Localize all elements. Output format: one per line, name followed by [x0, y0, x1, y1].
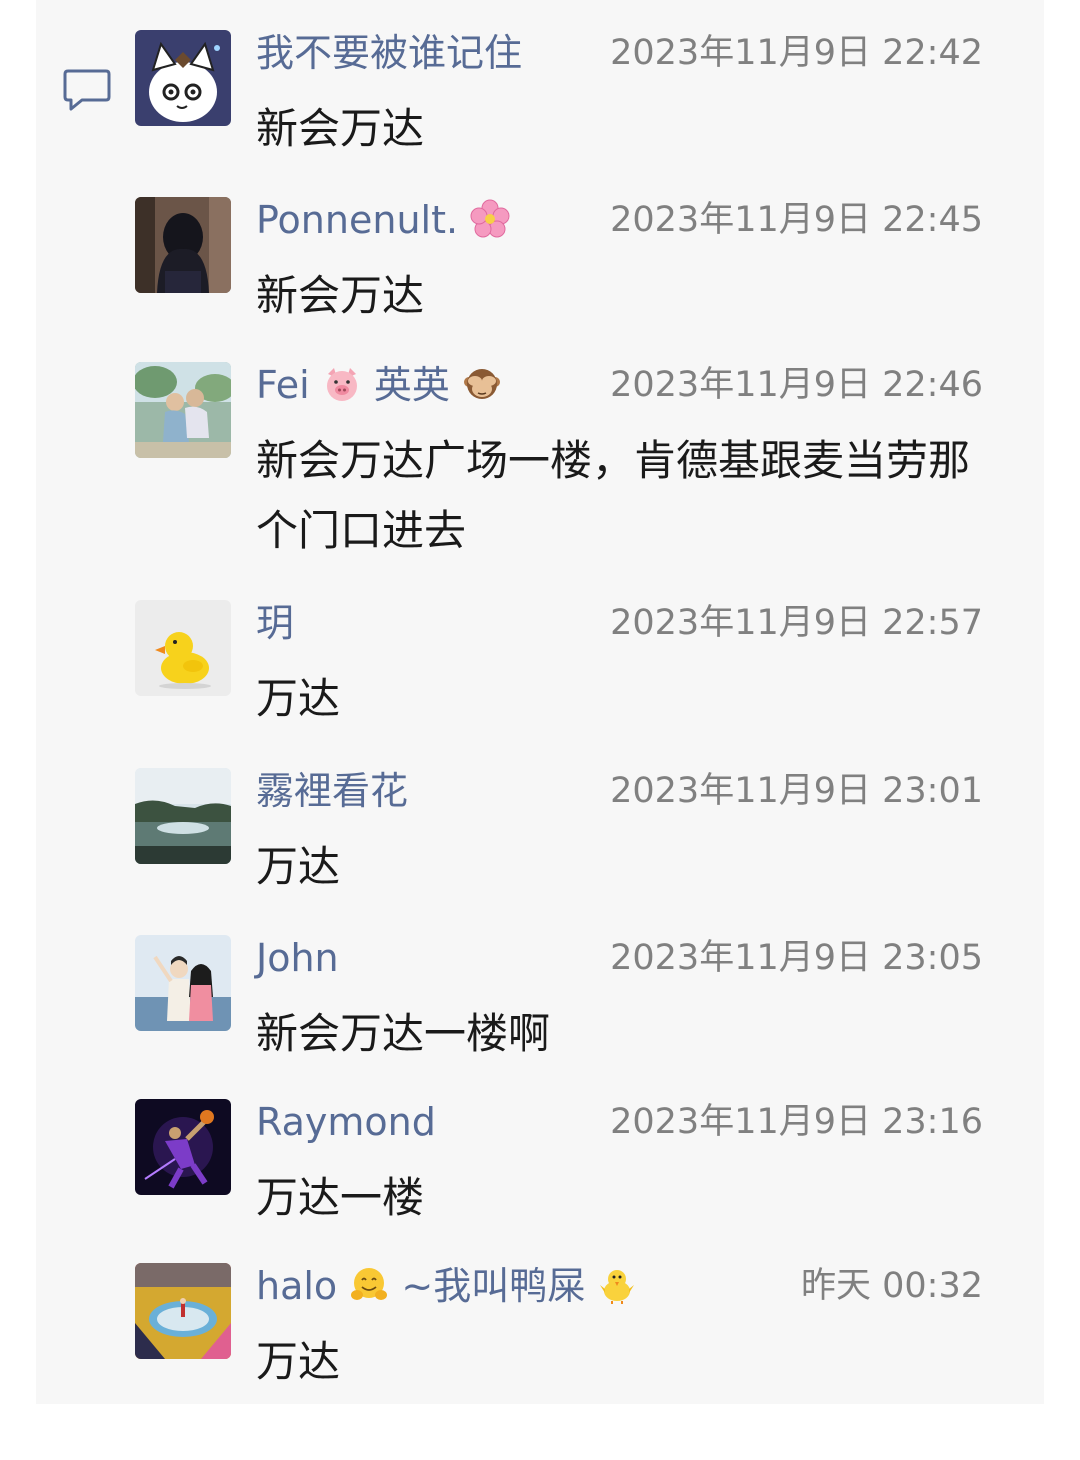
comment-time: 2023年11月9日 22:42 [610, 33, 983, 73]
name-text: Ponnenult. [256, 198, 459, 242]
lake-landscape-avatar [135, 768, 231, 864]
pig-face-emoji [326, 368, 357, 401]
comment-time: 2023年11月9日 22:57 [610, 603, 983, 643]
dark-hair-avatar [135, 197, 231, 293]
name-text-a: halo [256, 1264, 338, 1308]
rubber-duck-avatar [135, 600, 231, 696]
comment-time: 昨天 00:32 [801, 1266, 983, 1306]
comment-time: 2023年11月9日 22:46 [610, 365, 983, 405]
commenter-name[interactable]: John [256, 935, 339, 981]
hugging-face-emoji [351, 1268, 388, 1300]
comment-text: 万达 [256, 1337, 341, 1386]
comment-time: 2023年11月9日 23:16 [610, 1102, 983, 1142]
comment-time: 2023年11月9日 23:05 [610, 938, 983, 978]
comment-text: 新会万达 [256, 104, 425, 153]
baby-chick-emoji [600, 1270, 635, 1304]
comment-text: 新会万达 [256, 271, 425, 320]
user-avatar[interactable] [135, 1099, 231, 1195]
cartoon-cat-avatar [135, 30, 231, 126]
commenter-name[interactable]: 霧裡看花 [256, 768, 408, 814]
commenter-name[interactable]: Raymond [256, 1099, 436, 1145]
comment-text: 万达 [256, 842, 341, 891]
comment-text: 新会万达广场一楼，肯德基跟麦当劳那个门口进去 [256, 436, 971, 555]
commenter-name[interactable]: 玥 [256, 600, 294, 646]
couple-illustration-avatar [135, 935, 231, 1031]
commenter-name[interactable]: halo ~我叫鸭屎 [256, 1263, 637, 1309]
user-avatar[interactable] [135, 1263, 231, 1359]
user-avatar[interactable] [135, 30, 231, 126]
comment-text: 万达一楼 [256, 1173, 425, 1222]
commenter-name[interactable]: Fei 英英 [256, 362, 502, 408]
comment-time: 2023年11月9日 23:01 [610, 771, 983, 811]
commenter-name[interactable]: 我不要被谁记住 [256, 30, 522, 76]
user-avatar[interactable] [135, 600, 231, 696]
commenter-name[interactable]: Ponnenult. [256, 197, 510, 243]
comment-icon[interactable] [62, 68, 112, 112]
comment-text: 新会万达一楼啊 [256, 1009, 551, 1058]
cherry-blossom-emoji [470, 199, 510, 238]
user-avatar[interactable] [135, 768, 231, 864]
user-avatar[interactable] [135, 362, 231, 458]
comment-time: 2023年11月9日 22:45 [610, 200, 983, 240]
comment-text: 万达 [256, 674, 341, 723]
couple-photo-avatar [135, 362, 231, 458]
name-text-b: ~我叫鸭屎 [401, 1264, 586, 1308]
see-no-evil-monkey-emoji [464, 369, 501, 399]
user-avatar[interactable] [135, 935, 231, 1031]
basketball-player-avatar [135, 1099, 231, 1195]
name-text-b: 英英 [373, 363, 450, 407]
user-avatar[interactable] [135, 197, 231, 293]
street-art-avatar [135, 1263, 231, 1359]
name-text-a: Fei [256, 363, 310, 407]
